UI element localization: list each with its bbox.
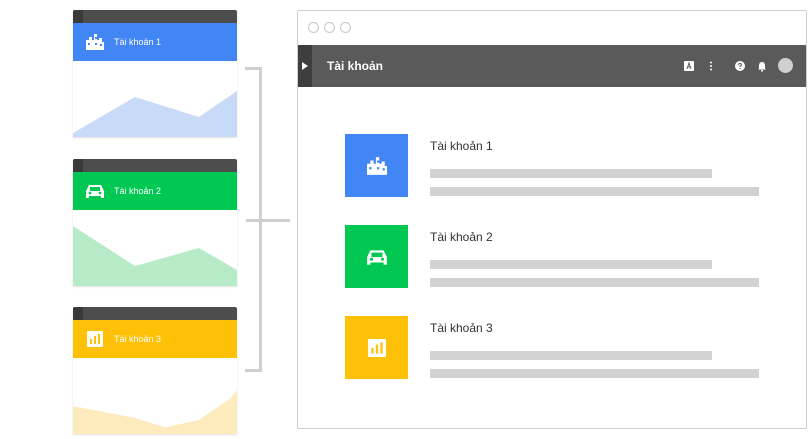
car-icon: [84, 180, 106, 202]
card-topbar: [73, 159, 237, 172]
app-bar: Tài khoản: [298, 45, 806, 87]
account-row-2[interactable]: Tài khoản 2: [345, 225, 765, 288]
car-icon: [345, 225, 408, 288]
chevron-right-icon: [302, 62, 308, 70]
account-label: Tài khoản 2: [430, 230, 493, 244]
card-area-chart: [73, 61, 237, 137]
browser-window: Tài khoản Tài khoản 1 Tài khoản 2 Tài kh…: [297, 10, 807, 429]
card-label: Tài khoản 2: [114, 186, 162, 196]
area-shape: [73, 226, 237, 286]
card-area-chart: [73, 358, 237, 434]
account-card-2[interactable]: Tài khoản 2: [73, 159, 237, 286]
card-notch: [73, 307, 83, 320]
window-minimize-dot[interactable]: [324, 22, 335, 33]
card-header: Tài khoản 2: [73, 172, 237, 210]
card-topbar: [73, 10, 237, 23]
card-header: Tài khoản 1: [73, 23, 237, 61]
text-placeholder-line: [430, 351, 712, 360]
more-vert-icon[interactable]: [705, 59, 717, 73]
card-notch: [73, 10, 83, 23]
card-label: Tài khoản 1: [114, 37, 162, 47]
notifications-icon[interactable]: [756, 59, 768, 73]
text-placeholder-line: [430, 369, 759, 378]
connector-middle: [246, 219, 290, 222]
bar-chart-icon: [345, 316, 408, 379]
account-card-3[interactable]: Tài khoản 3: [73, 307, 237, 434]
account-label: Tài khoản 1: [430, 139, 493, 153]
window-maximize-dot[interactable]: [340, 22, 351, 33]
bar-chart-icon: [84, 328, 106, 350]
help-icon[interactable]: [734, 59, 746, 73]
avatar[interactable]: [778, 58, 793, 73]
card-area-chart: [73, 210, 237, 286]
connector-bottom: [245, 369, 262, 372]
text-placeholder-line: [430, 169, 712, 178]
translate-icon[interactable]: [683, 59, 695, 73]
account-row-1[interactable]: Tài khoản 1: [345, 134, 765, 197]
account-label: Tài khoản 3: [430, 321, 493, 335]
card-label: Tài khoản 3: [114, 334, 162, 344]
window-titlebar: [298, 11, 806, 46]
text-placeholder-line: [430, 187, 759, 196]
city-icon: [84, 31, 106, 53]
account-card-1[interactable]: Tài khoản 1: [73, 10, 237, 137]
account-row-3[interactable]: Tài khoản 3: [345, 316, 765, 379]
city-icon: [345, 134, 408, 197]
text-placeholder-line: [430, 260, 712, 269]
app-title: Tài khoản: [327, 59, 384, 73]
card-header: Tài khoản 3: [73, 320, 237, 358]
card-topbar: [73, 307, 237, 320]
card-notch: [73, 159, 83, 172]
window-close-dot[interactable]: [308, 22, 319, 33]
text-placeholder-line: [430, 278, 759, 287]
area-shape: [73, 91, 237, 137]
nav-toggle[interactable]: [298, 45, 312, 87]
